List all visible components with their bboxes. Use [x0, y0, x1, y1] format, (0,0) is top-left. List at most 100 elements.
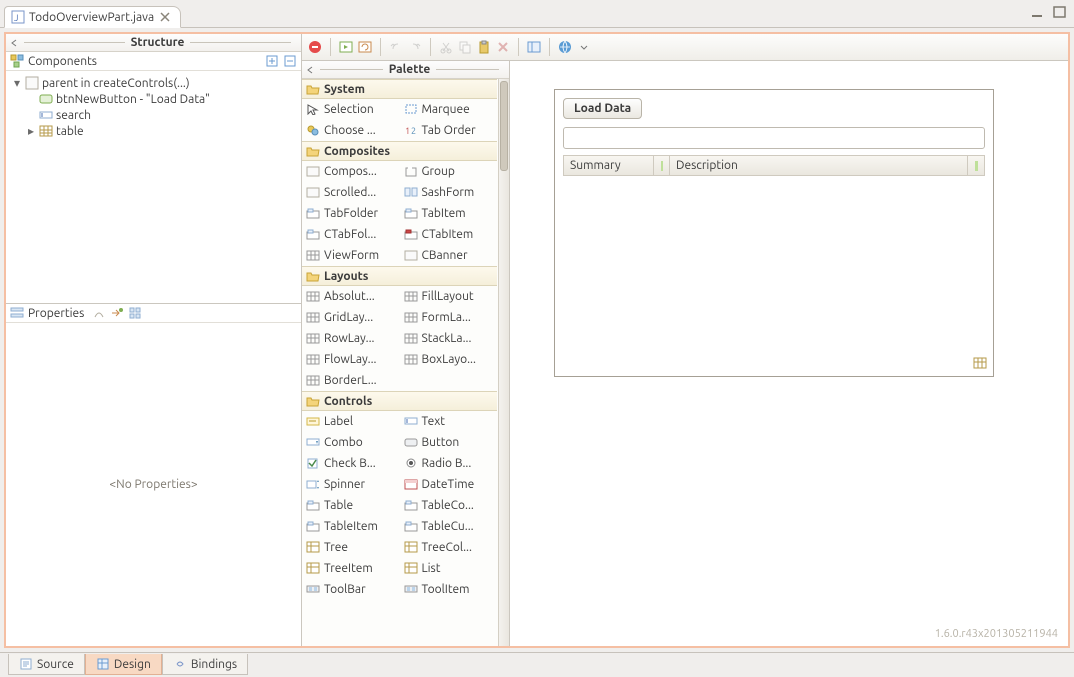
palette-item[interactable]: TableCu...: [400, 516, 498, 537]
redo-icon[interactable]: [408, 40, 422, 54]
scrollbar-thumb[interactable]: [500, 81, 508, 171]
palette-item[interactable]: Text: [400, 411, 498, 432]
palette-item[interactable]: CTabFol...: [302, 224, 400, 245]
palette-item[interactable]: FillLayout: [400, 286, 498, 307]
tab-bindings[interactable]: Bindings: [162, 654, 248, 675]
props-action1-icon[interactable]: [92, 306, 106, 320]
palette-item[interactable]: Combo: [302, 432, 400, 453]
dropdown-arrow-icon[interactable]: [577, 40, 591, 54]
palette-item[interactable]: TabItem: [400, 203, 498, 224]
twisty-open-icon[interactable]: ▾: [12, 76, 22, 90]
undo-icon[interactable]: [389, 40, 403, 54]
error-icon[interactable]: [308, 40, 322, 54]
component-tree[interactable]: ▾ parent in createControls(...) btnNewBu…: [6, 71, 301, 303]
palette-item[interactable]: Selection: [302, 99, 400, 120]
palette-item-icon: [306, 331, 320, 345]
twisty-closed-icon[interactable]: ▸: [26, 124, 36, 138]
palette-list[interactable]: SystemSelectionMarqueeChoose ...12Tab Or…: [302, 79, 497, 646]
palette-item[interactable]: Choose ...: [302, 120, 400, 141]
palette-item[interactable]: TreeCol...: [400, 537, 498, 558]
tree-row-button[interactable]: btnNewButton - "Load Data": [8, 91, 299, 107]
palette-category[interactable]: Layouts: [302, 266, 497, 286]
cut-icon[interactable]: [439, 40, 453, 54]
bottom-tabs: Source Design Bindings: [0, 652, 1074, 676]
tab-source[interactable]: Source: [8, 654, 85, 675]
paste-icon[interactable]: [477, 40, 491, 54]
components-label: Components: [28, 55, 97, 68]
externalize-icon[interactable]: [558, 40, 572, 54]
refresh-icon[interactable]: [358, 40, 372, 54]
palette-item[interactable]: TreeItem: [302, 558, 400, 579]
palette-item-icon: [404, 477, 418, 491]
col-grip-icon[interactable]: [654, 156, 670, 175]
palette-item[interactable]: Radio B...: [400, 453, 498, 474]
palette-item[interactable]: Compos...: [302, 161, 400, 182]
palette-item[interactable]: Table: [302, 495, 400, 516]
palette-item[interactable]: Marquee: [400, 99, 498, 120]
palette-item[interactable]: FormLa...: [400, 307, 498, 328]
palette-item[interactable]: SashForm: [400, 182, 498, 203]
palette-item[interactable]: ToolItem: [400, 579, 498, 600]
load-data-button[interactable]: Load Data: [563, 98, 642, 119]
tab-design[interactable]: Design: [85, 654, 162, 675]
palette-item-icon: [404, 248, 418, 262]
collapse-left-icon[interactable]: [306, 66, 314, 74]
palette-item[interactable]: FlowLay...: [302, 349, 400, 370]
layout-assist-icon[interactable]: [527, 40, 541, 54]
properties-icon: [10, 306, 24, 320]
palette-category[interactable]: Controls: [302, 391, 497, 411]
palette-category[interactable]: System: [302, 79, 497, 99]
editor-tab[interactable]: J TodoOverviewPart.java: [4, 6, 181, 28]
palette-item[interactable]: Scrolled...: [302, 182, 400, 203]
collapse-all-icon[interactable]: [283, 54, 297, 68]
palette-item[interactable]: CTabItem: [400, 224, 498, 245]
palette-item[interactable]: BorderL...: [302, 370, 497, 391]
palette-item[interactable]: ToolBar: [302, 579, 400, 600]
expand-all-icon[interactable]: [265, 54, 279, 68]
copy-icon[interactable]: [458, 40, 472, 54]
col-grip-icon[interactable]: [968, 156, 984, 175]
col-description[interactable]: Description: [670, 156, 968, 175]
form-preview[interactable]: Load Data Summary Description: [554, 89, 994, 377]
palette-item[interactable]: TableItem: [302, 516, 400, 537]
props-action3-icon[interactable]: [128, 306, 142, 320]
folder-open-icon: [306, 82, 320, 96]
palette-item[interactable]: Label: [302, 411, 400, 432]
palette-item[interactable]: RowLay...: [302, 328, 400, 349]
palette-item[interactable]: Button: [400, 432, 498, 453]
palette-item[interactable]: Tree: [302, 537, 400, 558]
palette-item[interactable]: Spinner: [302, 474, 400, 495]
col-summary[interactable]: Summary: [564, 156, 654, 175]
palette-item[interactable]: StackLa...: [400, 328, 498, 349]
java-file-icon: J: [11, 10, 25, 24]
tree-row-root[interactable]: ▾ parent in createControls(...): [8, 75, 299, 91]
collapse-left-icon[interactable]: [10, 39, 18, 47]
search-input[interactable]: [563, 127, 985, 149]
props-action2-icon[interactable]: [110, 306, 124, 320]
tree-row-search[interactable]: search: [8, 107, 299, 123]
palette-item[interactable]: Absolut...: [302, 286, 400, 307]
palette-item[interactable]: BoxLayo...: [400, 349, 498, 370]
palette-item[interactable]: GridLay...: [302, 307, 400, 328]
minimize-icon[interactable]: [1030, 4, 1046, 20]
design-canvas[interactable]: Load Data Summary Description 1.6.0.r43x…: [510, 61, 1068, 646]
palette-item-icon: [404, 310, 418, 324]
palette-item[interactable]: TableCo...: [400, 495, 498, 516]
folder-open-icon: [306, 394, 320, 408]
palette-item[interactable]: List: [400, 558, 498, 579]
palette-item[interactable]: Check B...: [302, 453, 400, 474]
delete-icon[interactable]: [496, 40, 510, 54]
palette-scrollbar[interactable]: [498, 79, 509, 646]
design-icon: [96, 657, 110, 671]
palette-item[interactable]: CBanner: [400, 245, 498, 266]
palette-item[interactable]: Group: [400, 161, 498, 182]
maximize-icon[interactable]: [1052, 4, 1068, 20]
palette-category[interactable]: Composites: [302, 141, 497, 161]
tree-row-table[interactable]: ▸ table: [8, 123, 299, 139]
close-icon[interactable]: [158, 10, 172, 24]
palette-item[interactable]: TabFolder: [302, 203, 400, 224]
palette-item[interactable]: DateTime: [400, 474, 498, 495]
palette-item[interactable]: 12Tab Order: [400, 120, 498, 141]
test-preview-icon[interactable]: [339, 40, 353, 54]
palette-item[interactable]: ViewForm: [302, 245, 400, 266]
